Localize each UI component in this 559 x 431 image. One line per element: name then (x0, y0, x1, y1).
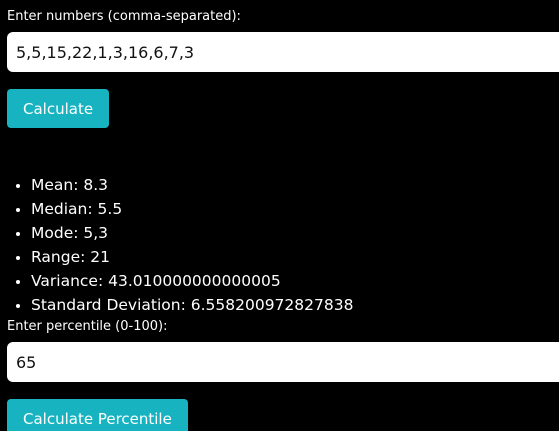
numbers-input[interactable] (7, 32, 559, 72)
calculate-button[interactable]: Calculate (7, 89, 110, 128)
results-list: Mean: 8.3 Median: 5.5 Mode: 5,3 Range: 2… (0, 173, 353, 317)
result-mode: Mode: 5,3 (31, 221, 353, 245)
percentile-input[interactable] (7, 342, 559, 382)
numbers-label: Enter numbers (comma-separated): (7, 9, 241, 24)
percentile-label: Enter percentile (0-100): (7, 319, 168, 334)
result-range: Range: 21 (31, 245, 353, 269)
result-variance: Variance: 43.010000000000005 (31, 269, 353, 293)
statistics-calculator: Enter numbers (comma-separated): Calcula… (0, 0, 559, 431)
result-standard-deviation: Standard Deviation: 6.558200972827838 (31, 293, 353, 317)
result-mean: Mean: 8.3 (31, 173, 353, 197)
result-median: Median: 5.5 (31, 197, 353, 221)
calculate-percentile-button[interactable]: Calculate Percentile (7, 399, 188, 431)
